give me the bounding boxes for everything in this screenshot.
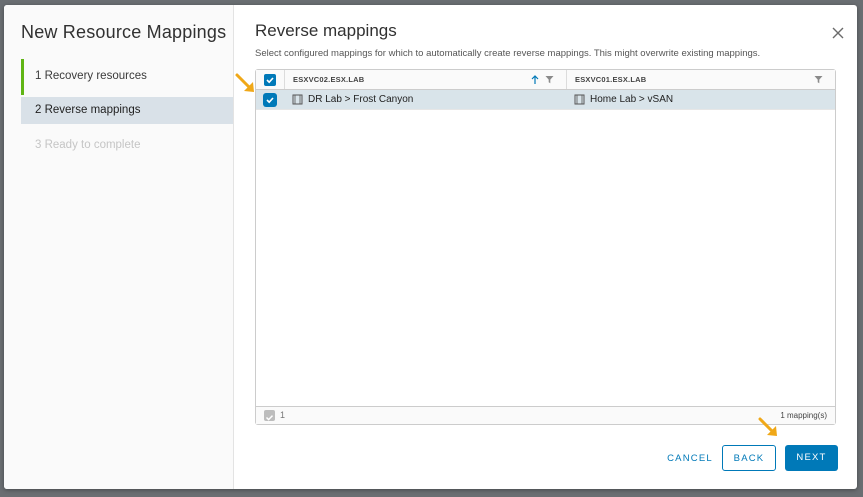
row-select-cell — [256, 90, 284, 109]
wizard-modal: New Resource Mappings 1 Recovery resourc… — [4, 5, 857, 489]
wizard-title: New Resource Mappings — [21, 22, 227, 42]
next-button[interactable]: NEXT — [785, 445, 838, 471]
mappings-grid: ESXVC02.ESX.LAB ESXVC01.ESX.LAB DR Lab >… — [255, 69, 836, 425]
select-all-checkbox[interactable] — [264, 74, 276, 86]
row-target-cell: Home Lab > vSAN — [566, 90, 835, 109]
checkmark-icon — [266, 77, 274, 84]
close-icon[interactable] — [831, 26, 845, 40]
annotation-arrow-icon — [235, 73, 254, 92]
filter-icon[interactable] — [545, 75, 554, 84]
mapping-total: 1 mapping(s) — [780, 411, 827, 420]
cancel-button[interactable]: CANCEL — [655, 446, 725, 472]
row-source-text: DR Lab > Frost Canyon — [308, 94, 414, 105]
checkmark-icon — [266, 97, 274, 104]
step-recovery-resources[interactable]: 1 Recovery resources — [21, 59, 233, 95]
filter-icon[interactable] — [814, 75, 823, 84]
selection-count-checkbox-icon — [264, 410, 275, 421]
grid-header: ESXVC02.ESX.LAB ESXVC01.ESX.LAB — [256, 70, 835, 90]
row-target-text: Home Lab > vSAN — [590, 94, 674, 105]
column-header-target-label: ESXVC01.ESX.LAB — [575, 75, 647, 84]
resource-pool-icon — [574, 94, 585, 105]
grid-footer: 1 1 mapping(s) — [256, 406, 835, 424]
wizard-nav: New Resource Mappings 1 Recovery resourc… — [4, 5, 234, 489]
column-header-target[interactable]: ESXVC01.ESX.LAB — [566, 70, 835, 89]
selection-count: 1 — [280, 410, 286, 420]
page-description: Select configured mappings for which to … — [255, 48, 761, 59]
row-checkbox[interactable] — [264, 94, 276, 106]
sort-ascending-icon[interactable] — [530, 74, 540, 85]
page-title: Reverse mappings — [255, 21, 397, 40]
resource-pool-icon — [292, 94, 303, 105]
annotation-arrow-icon — [758, 417, 777, 436]
column-header-source[interactable]: ESXVC02.ESX.LAB — [284, 70, 566, 89]
step-ready-to-complete: 3 Ready to complete — [35, 139, 141, 151]
row-source-cell: DR Lab > Frost Canyon — [284, 90, 566, 109]
table-row[interactable]: DR Lab > Frost Canyon Home Lab > vSAN — [256, 90, 835, 110]
step-reverse-mappings[interactable]: 2 Reverse mappings — [21, 97, 233, 124]
select-all-column — [256, 70, 284, 89]
back-button[interactable]: BACK — [722, 445, 776, 471]
column-header-source-label: ESXVC02.ESX.LAB — [293, 75, 365, 84]
